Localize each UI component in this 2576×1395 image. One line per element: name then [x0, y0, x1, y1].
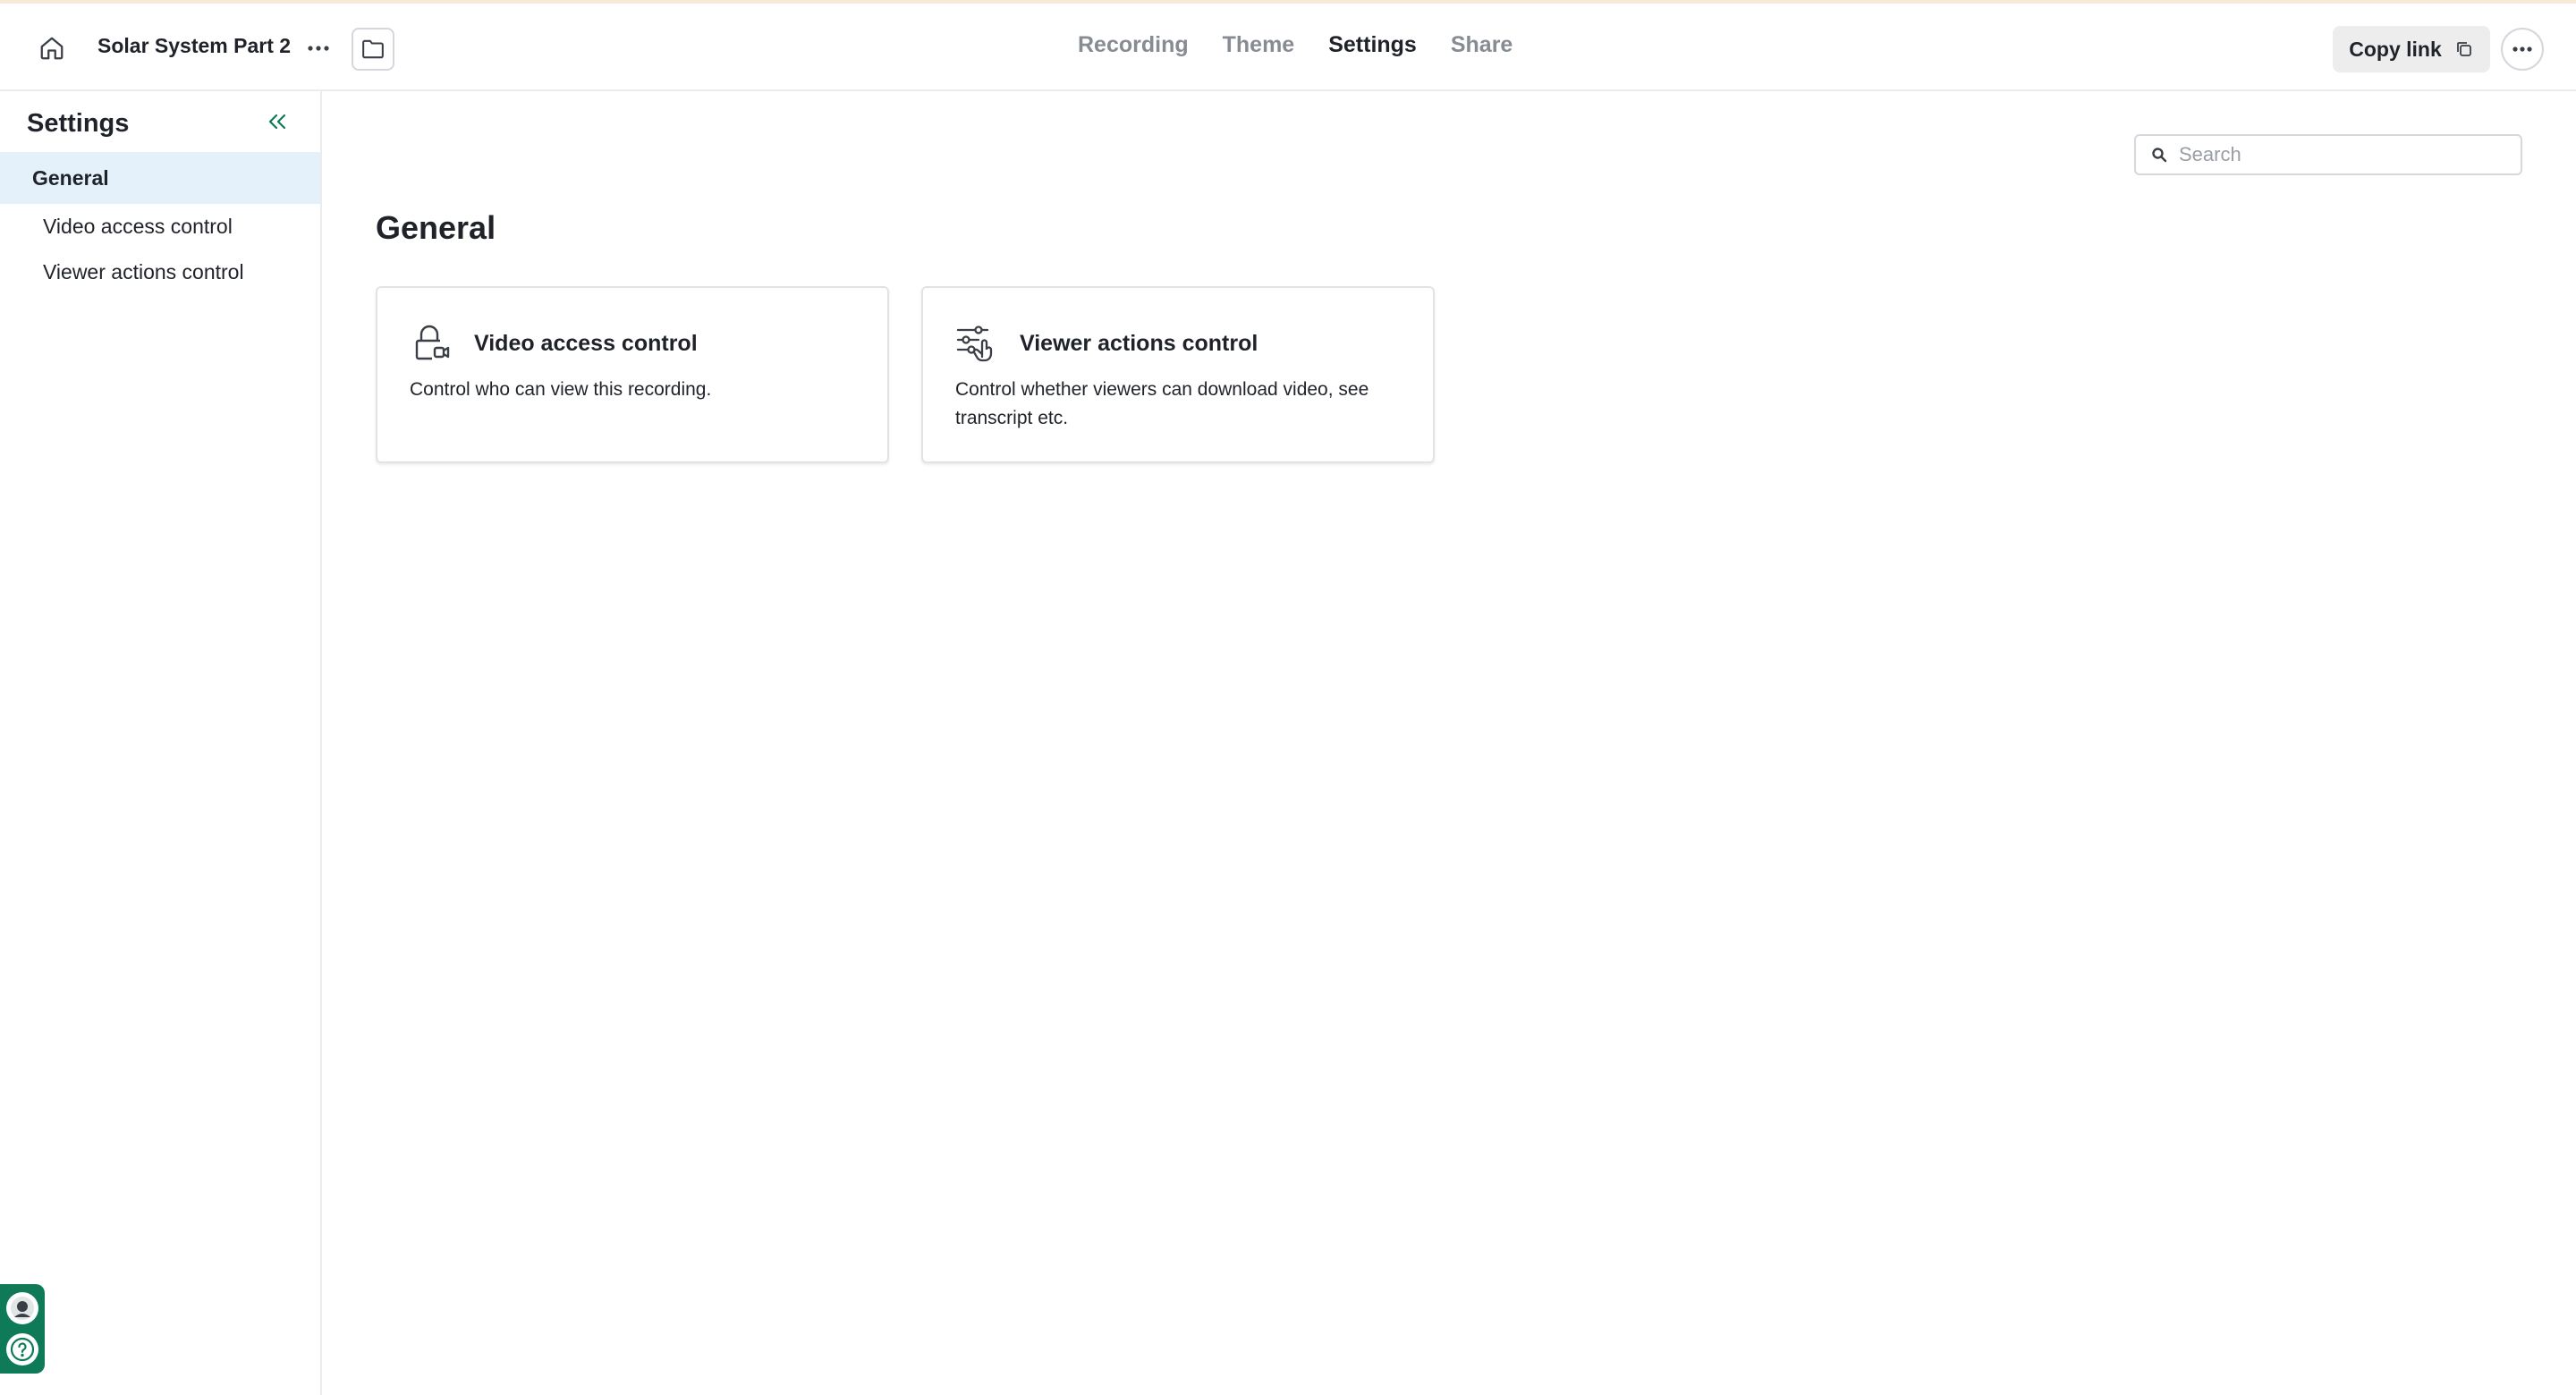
tab-settings[interactable]: Settings	[1328, 32, 1417, 58]
help-icon	[10, 1337, 35, 1361]
document-title[interactable]: Solar System Part 2	[97, 34, 291, 58]
avatar-button[interactable]	[6, 1292, 38, 1325]
video-access-control-card[interactable]: Video access control Control who can vie…	[376, 286, 889, 463]
home-button[interactable]	[34, 30, 70, 66]
copy-link-label: Copy link	[2349, 37, 2442, 61]
chevrons-left-icon	[268, 114, 286, 130]
sidebar-item-video-access-control[interactable]: Video access control	[0, 204, 320, 249]
copy-link-button[interactable]: Copy link	[2333, 26, 2490, 72]
card-description: Control who can view this recording.	[410, 379, 712, 400]
floating-widget	[0, 1284, 45, 1374]
help-button[interactable]	[6, 1332, 38, 1365]
card-description: Control whether viewers can download vid…	[955, 379, 1369, 428]
folder-icon	[362, 39, 384, 59]
sidebar-item-general[interactable]: General	[0, 152, 320, 204]
collapse-sidebar-button[interactable]	[263, 107, 292, 136]
avatar-icon	[11, 1297, 34, 1321]
header-more-button[interactable]	[2501, 28, 2544, 71]
tab-recording[interactable]: Recording	[1078, 32, 1189, 58]
sidebar-title: Settings	[27, 109, 130, 138]
tab-theme[interactable]: Theme	[1223, 32, 1295, 58]
top-header: Solar System Part 2 Recording Theme Sett…	[0, 4, 2576, 91]
tab-share[interactable]: Share	[1451, 32, 1513, 58]
sidebar-item-viewer-actions-control[interactable]: Viewer actions control	[0, 249, 320, 295]
search-input[interactable]	[2179, 143, 2519, 166]
copy-icon	[2456, 42, 2471, 56]
card-title: Video access control	[474, 331, 698, 356]
lock-video-icon	[410, 322, 451, 363]
search-icon	[2150, 146, 2168, 164]
move-to-folder-button[interactable]	[352, 28, 394, 71]
card-title: Viewer actions control	[1020, 331, 1258, 356]
more-horizontal-icon	[308, 46, 329, 51]
settings-sidebar: Settings General Video access control Vi…	[0, 91, 322, 1395]
sidebar-nav: General Video access control Viewer acti…	[0, 152, 320, 295]
viewer-actions-control-card[interactable]: Viewer actions control Control whether v…	[921, 286, 1435, 463]
sliders-hand-icon	[955, 322, 996, 363]
more-horizontal-icon	[2512, 46, 2532, 52]
main-tabs: Recording Theme Settings Share	[1078, 32, 1513, 58]
page-title: General	[376, 209, 496, 246]
document-more-button[interactable]	[301, 30, 336, 66]
home-icon	[40, 37, 64, 60]
search-field[interactable]	[2134, 134, 2522, 175]
